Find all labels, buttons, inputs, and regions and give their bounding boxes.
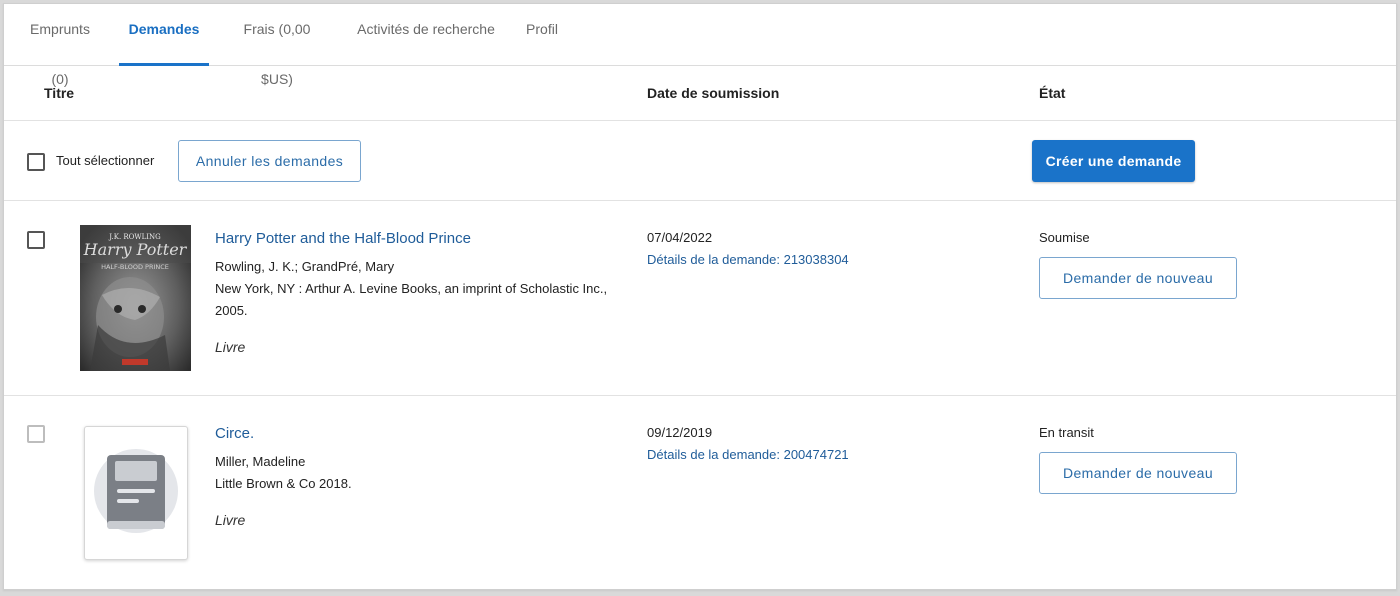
book-authors: Rowling, J. K.; GrandPré, Mary (215, 259, 395, 274)
select-all-label[interactable]: Tout sélectionner (56, 153, 154, 168)
table-header: Titre Date de soumission État (4, 66, 1396, 121)
tab-profile[interactable]: Profil (525, 4, 559, 66)
select-all-checkbox[interactable] (27, 153, 45, 171)
row-checkbox[interactable] (27, 425, 45, 443)
request-status: En transit (1039, 425, 1094, 440)
request-row: Circe. Miller, Madeline Little Brown & C… (4, 396, 1396, 590)
request-again-button[interactable]: Demander de nouveau (1039, 257, 1237, 299)
request-row: J.K. ROWLING Harry Potter HALF-BLOOD PRI… (4, 201, 1396, 396)
column-state: État (1039, 85, 1066, 101)
create-request-button[interactable]: Créer une demande (1032, 140, 1195, 182)
tab-fees[interactable]: Frais (0,00 $US) (228, 4, 326, 87)
book-authors: Miller, Madeline (215, 454, 306, 469)
book-title-link[interactable]: Circe. (215, 425, 254, 442)
request-status: Soumise (1039, 230, 1090, 245)
material-type: Livre (215, 512, 246, 528)
column-submission-date: Date de soumission (647, 85, 780, 101)
book-publisher: New York, NY : Arthur A. Levine Books, a… (215, 281, 608, 318)
requests-panel: Emprunts (0) Demandes Frais (0,00 $US) A… (3, 3, 1397, 590)
material-type: Livre (215, 339, 246, 355)
request-details-link[interactable]: Détails de la demande: 213038304 (647, 252, 849, 267)
submission-date: 07/04/2022 (647, 230, 713, 245)
tab-search-activity[interactable]: Activités de recherche (357, 4, 495, 66)
tab-requests[interactable]: Demandes (119, 4, 209, 66)
account-tabs: Emprunts (0) Demandes Frais (0,00 $US) A… (4, 4, 1396, 87)
generic-book-icon (84, 426, 188, 560)
request-details-link[interactable]: Détails de la demande: 200474721 (647, 447, 849, 462)
row-checkbox[interactable] (27, 231, 45, 249)
cancel-requests-button[interactable]: Annuler les demandes (178, 140, 361, 182)
request-again-button[interactable]: Demander de nouveau (1039, 452, 1237, 494)
column-title: Titre (44, 85, 75, 101)
book-publisher: Little Brown & Co 2018. (215, 476, 352, 491)
svg-text:Harry Potter: Harry Potter (83, 240, 188, 259)
svg-text:HALF-BLOOD PRINCE: HALF-BLOOD PRINCE (101, 263, 169, 271)
book-title-link[interactable]: Harry Potter and the Half-Blood Prince (215, 230, 471, 247)
book-cover-image[interactable]: J.K. ROWLING Harry Potter HALF-BLOOD PRI… (80, 225, 191, 371)
tab-loans[interactable]: Emprunts (0) (20, 4, 100, 87)
submission-date: 09/12/2019 (647, 425, 713, 440)
